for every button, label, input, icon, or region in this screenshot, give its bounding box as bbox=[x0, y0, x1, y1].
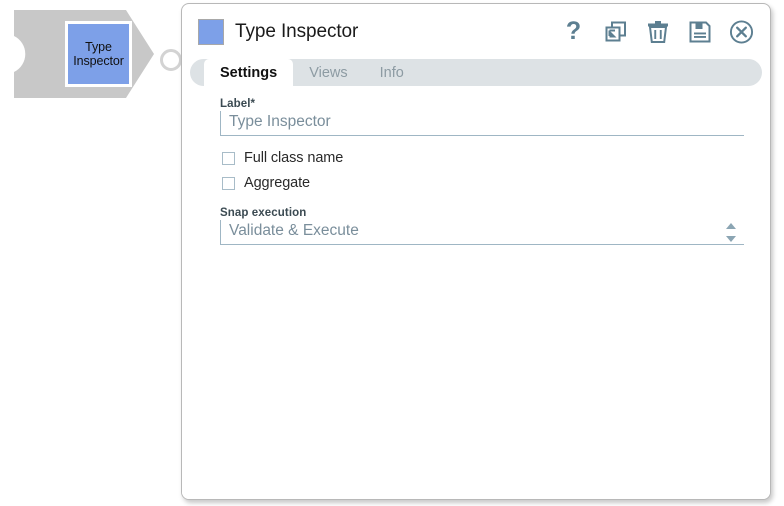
delete-icon[interactable] bbox=[645, 19, 670, 44]
tab-settings-label: Settings bbox=[220, 64, 278, 81]
close-icon[interactable] bbox=[729, 19, 754, 44]
dialog-title: Type Inspector bbox=[235, 20, 359, 42]
dialog-header: Type Inspector ? bbox=[182, 4, 770, 59]
snap-execution-field-group: Snap execution bbox=[220, 207, 746, 245]
snap-execution-label: Snap execution bbox=[220, 207, 307, 219]
dialog-tab-bar: Settings Views Info bbox=[190, 59, 762, 86]
label-input[interactable] bbox=[220, 111, 744, 136]
snap-output-port[interactable] bbox=[160, 49, 182, 71]
chevron-down-icon bbox=[725, 236, 736, 242]
snap-execution-spinner[interactable] bbox=[725, 223, 736, 242]
restore-window-icon[interactable] bbox=[603, 19, 628, 44]
tab-settings[interactable]: Settings bbox=[204, 59, 294, 86]
full-class-name-label: Full class name bbox=[244, 150, 344, 166]
snap-execution-select[interactable] bbox=[220, 220, 744, 245]
snap-node-title-line1: Type bbox=[85, 39, 112, 54]
checkbox-group: Full class name Aggregate bbox=[222, 150, 746, 191]
full-class-name-checkbox[interactable] bbox=[222, 151, 235, 165]
help-icon[interactable]: ? bbox=[561, 19, 586, 44]
tab-views-label: Views bbox=[309, 64, 348, 81]
chevron-up-icon bbox=[725, 223, 736, 229]
snap-execution-select-wrap bbox=[220, 220, 744, 245]
snap-node-type-inspector[interactable]: Type Inspector bbox=[14, 10, 182, 98]
checkbox-row-aggregate[interactable]: Aggregate bbox=[222, 175, 746, 191]
snap-color-swatch bbox=[198, 18, 224, 45]
aggregate-checkbox[interactable] bbox=[222, 176, 235, 190]
save-icon[interactable] bbox=[687, 19, 712, 44]
tab-info-label: Info bbox=[379, 64, 404, 81]
checkbox-row-full-class-name[interactable]: Full class name bbox=[222, 150, 746, 166]
snap-node-icon: Type Inspector bbox=[65, 21, 132, 87]
help-icon-glyph: ? bbox=[565, 17, 582, 45]
label-field-group: Label* bbox=[220, 98, 746, 136]
snap-node-title-line2: Inspector bbox=[73, 54, 124, 68]
dialog-header-actions: ? bbox=[561, 19, 754, 44]
label-field-label: Label* bbox=[220, 98, 256, 110]
tab-views[interactable]: Views bbox=[293, 59, 363, 86]
aggregate-label: Aggregate bbox=[244, 175, 311, 191]
settings-tab-panel: Label* Full class name Aggregate Snap ex… bbox=[182, 86, 770, 499]
tab-info[interactable]: Info bbox=[364, 59, 420, 86]
snap-settings-dialog: Type Inspector ? Settings Views Info Lab… bbox=[181, 3, 771, 500]
